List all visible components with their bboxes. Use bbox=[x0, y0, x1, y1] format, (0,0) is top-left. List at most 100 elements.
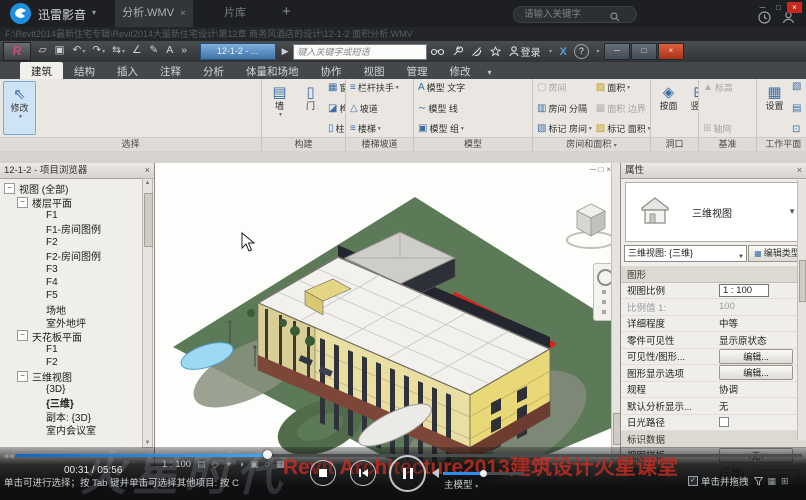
ribbon-button[interactable]: ⊞ 轴网 bbox=[703, 122, 735, 135]
tree-item[interactable]: − 三维视图 bbox=[0, 369, 154, 382]
ribbon-button[interactable]: ≡ 栏杆扶手 ▾ bbox=[350, 81, 399, 94]
tree-expander-icon[interactable] bbox=[33, 291, 42, 300]
tree-item[interactable]: F2 bbox=[0, 356, 154, 369]
signin-user-icon[interactable]: 登录 bbox=[509, 44, 541, 59]
qat-tool-icon[interactable]: ▱ bbox=[39, 40, 48, 63]
qat-tool-icon[interactable]: ∠ bbox=[132, 40, 142, 63]
help-icon[interactable]: ? bbox=[574, 44, 589, 59]
tree-expander-icon[interactable] bbox=[33, 265, 42, 274]
ribbon-button[interactable]: ⊞ 竖井 bbox=[684, 80, 698, 136]
ribbon-tab[interactable]: 结构 bbox=[63, 62, 106, 79]
qat-tool-icon[interactable]: ⇆▾ bbox=[112, 40, 125, 63]
pause-button[interactable] bbox=[389, 455, 426, 492]
signin-label[interactable]: 登录 bbox=[521, 44, 541, 59]
exchange-apps-icon[interactable]: X bbox=[560, 46, 567, 58]
tree-item[interactable]: − 视图 (全部) bbox=[0, 182, 154, 195]
revit-close-button[interactable]: × bbox=[658, 43, 684, 60]
tree-item[interactable]: F4 bbox=[0, 276, 154, 289]
ribbon-button[interactable]: ▦ 设置 bbox=[759, 80, 790, 136]
tree-expander-icon[interactable] bbox=[33, 305, 42, 314]
ribbon-button[interactable]: ◈ 按面 bbox=[653, 80, 684, 136]
tree-item[interactable]: F1-房间图例 bbox=[0, 222, 154, 235]
ribbon-button[interactable]: A 模型 文字 bbox=[418, 81, 467, 94]
ribbon-tab[interactable]: 体量和场地 bbox=[235, 62, 310, 79]
ribbon-panel-label[interactable]: 构建 bbox=[262, 137, 345, 151]
ribbon-panel-label[interactable]: 洞口 bbox=[651, 137, 698, 151]
select-grid-icon[interactable]: ▦ bbox=[768, 476, 777, 487]
ribbon-button[interactable]: ⊡ bbox=[792, 124, 805, 135]
tree-expander-icon[interactable]: − bbox=[17, 197, 28, 208]
signin-caret-icon[interactable]: ▾ bbox=[549, 49, 552, 55]
qat-tool-icon[interactable]: ↶▾ bbox=[73, 40, 86, 63]
ribbon-button[interactable]: ▨ 面积 ▾ bbox=[596, 81, 650, 94]
progress-knob[interactable] bbox=[263, 450, 272, 459]
ribbon-tab[interactable]: 注释 bbox=[149, 62, 192, 79]
ribbon-button[interactable]: ▣ 模型 组 ▾ bbox=[418, 122, 467, 135]
qat-tool-icon[interactable]: ▣ bbox=[55, 40, 66, 63]
close-icon[interactable]: × bbox=[797, 163, 802, 178]
qat-tool-icon[interactable]: ✎ bbox=[149, 40, 159, 63]
ribbon-panel-label[interactable]: 工作平面 bbox=[757, 137, 806, 151]
tree-item[interactable]: F2-房间图例 bbox=[0, 249, 154, 262]
ribbon-button[interactable]: ▲ 标高 bbox=[703, 81, 735, 94]
tree-expander-icon[interactable] bbox=[33, 398, 42, 407]
tree-item[interactable]: {三维} bbox=[0, 396, 154, 409]
player-tab-library[interactable]: 片库 bbox=[196, 0, 274, 27]
ribbon-panel-label[interactable]: 基准 bbox=[699, 137, 756, 151]
player-close-button[interactable]: × bbox=[787, 2, 802, 13]
ribbon-button[interactable]: ∼ 模型 线 bbox=[418, 102, 467, 115]
player-tab-video[interactable]: 分析.WMV× bbox=[115, 0, 193, 27]
tree-item[interactable]: 副本: {3D} bbox=[0, 410, 154, 423]
browser-scrollbar[interactable]: ▲▼ bbox=[142, 178, 153, 448]
previous-button[interactable] bbox=[350, 460, 376, 486]
tree-item[interactable]: F1 bbox=[0, 209, 154, 222]
property-row[interactable]: 默认分析显示... 无 bbox=[621, 398, 806, 415]
rewind-icon[interactable]: ◀◀ bbox=[3, 452, 14, 460]
project-browser-header[interactable]: 12-1-2 - 项目浏览器 × bbox=[0, 163, 154, 179]
ribbon-panel-label[interactable]: 楼梯坡道 bbox=[346, 137, 413, 151]
modify-panel-caret-icon[interactable]: ▾ bbox=[488, 68, 492, 79]
tree-item[interactable]: F3 bbox=[0, 262, 154, 275]
ribbon-panel-label[interactable]: 模型 bbox=[414, 137, 532, 151]
ribbon-tab[interactable]: 分析 bbox=[192, 62, 235, 79]
search-icon[interactable] bbox=[610, 9, 620, 27]
ribbon-tab[interactable]: 管理 bbox=[396, 62, 439, 79]
filter-icon[interactable] bbox=[754, 477, 763, 486]
thunder-logo-icon[interactable] bbox=[10, 3, 31, 24]
property-row[interactable]: 日光路径 bbox=[621, 415, 806, 432]
properties-scrollbar[interactable] bbox=[797, 180, 806, 440]
tree-expander-icon[interactable] bbox=[33, 318, 42, 327]
drag-checkbox[interactable]: ✓ bbox=[688, 476, 698, 486]
ribbon-button[interactable]: ▩ 面积 边界 bbox=[596, 102, 650, 115]
tree-item[interactable]: F1 bbox=[0, 343, 154, 356]
tree-expander-icon[interactable]: − bbox=[4, 183, 15, 194]
tab-close-icon[interactable]: × bbox=[180, 8, 186, 19]
ribbon-panel-label[interactable]: 房间和面积 ▾ bbox=[533, 137, 650, 151]
tree-item[interactable]: − 楼层平面 bbox=[0, 195, 154, 208]
tree-expander-icon[interactable] bbox=[33, 224, 42, 233]
player-minimize-button[interactable]: ─ bbox=[755, 2, 770, 13]
ribbon-button[interactable]: ⇖ 修改 ▾ bbox=[3, 81, 36, 135]
ribbon-button[interactable]: ▦ 窗 bbox=[328, 81, 345, 94]
help-caret-icon[interactable]: ▾ bbox=[596, 49, 599, 55]
subscription-wrench-icon[interactable] bbox=[452, 46, 463, 57]
ribbon-button[interactable]: ▯ 柱 ▾ bbox=[328, 122, 345, 135]
ribbon-tab[interactable]: 协作 bbox=[310, 62, 353, 79]
expand-icon[interactable]: ⊞ bbox=[781, 476, 789, 487]
ribbon-button[interactable]: ▤ bbox=[792, 103, 805, 114]
ribbon-panel-label[interactable]: 选择 bbox=[0, 137, 261, 151]
chevron-down-icon[interactable]: ▼ bbox=[788, 207, 796, 216]
binoculars-search-icon[interactable] bbox=[431, 47, 444, 56]
tree-expander-icon[interactable] bbox=[33, 211, 42, 220]
ribbon-tab[interactable]: 修改 bbox=[439, 62, 482, 79]
ribbon-button[interactable]: ▨ 标记 面积 ▾ bbox=[596, 122, 650, 135]
stop-button[interactable] bbox=[310, 460, 336, 486]
tree-expander-icon[interactable] bbox=[33, 238, 42, 247]
ribbon-button[interactable]: △ 坡道 bbox=[350, 102, 399, 115]
favorites-star-icon[interactable] bbox=[490, 46, 501, 57]
ribbon-tab[interactable]: 视图 bbox=[353, 62, 396, 79]
player-maximize-button[interactable]: □ bbox=[771, 2, 786, 13]
communication-center-icon[interactable] bbox=[471, 46, 482, 57]
tree-item[interactable]: 室内会议室 bbox=[0, 423, 154, 436]
property-row[interactable]: 可见性/图形... 编辑... bbox=[621, 349, 806, 366]
